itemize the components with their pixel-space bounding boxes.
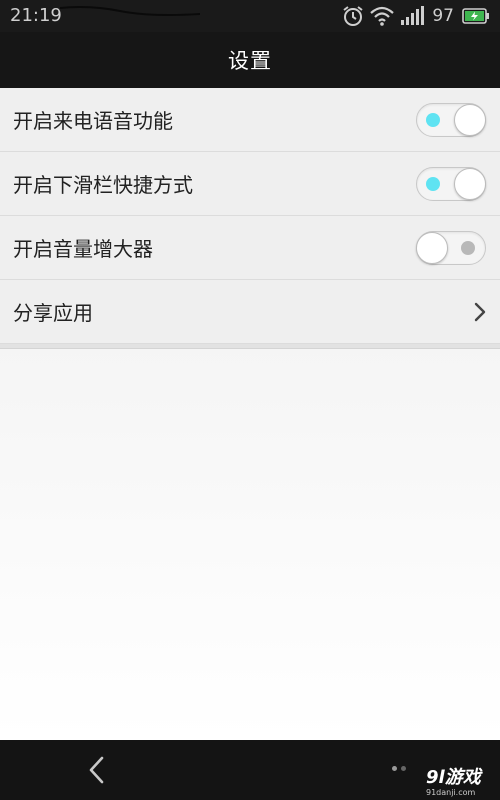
list-divider: [0, 344, 500, 349]
wifi-icon: [370, 6, 395, 26]
scratch-mark: [60, 6, 200, 16]
signal-icon: [401, 6, 425, 25]
title-bar: 设置: [0, 32, 500, 88]
navigation-bar: [0, 740, 500, 800]
incoming-call-voice-toggle[interactable]: [416, 103, 486, 137]
watermark: 9l游戏 91danji.com: [426, 768, 498, 798]
status-icons: 97: [342, 4, 490, 28]
pulldown-shortcut-toggle[interactable]: [416, 167, 486, 201]
chevron-right-icon: [474, 302, 486, 322]
toggle-knob: [416, 232, 448, 264]
setting-volume-booster[interactable]: 开启音量增大器: [0, 216, 500, 280]
page-dot: [392, 766, 397, 771]
watermark-logo: 9l游戏: [426, 767, 481, 788]
battery-charging-icon: [462, 8, 489, 24]
battery-level: 97: [432, 6, 454, 26]
setting-label: 开启下滑栏快捷方式: [13, 173, 193, 197]
settings-list: 开启来电语音功能 开启下滑栏快捷方式 开启音量增大器 分享应用: [0, 88, 500, 349]
setting-label: 开启音量增大器: [13, 237, 153, 261]
page-title: 设置: [228, 49, 272, 73]
toggle-indicator-dot: [426, 177, 440, 191]
volume-booster-toggle[interactable]: [416, 231, 486, 265]
toggle-indicator-dot: [426, 113, 440, 127]
setting-incoming-call-voice[interactable]: 开启来电语音功能: [0, 88, 500, 152]
back-arrow-icon[interactable]: [84, 752, 110, 788]
setting-label: 开启来电语音功能: [13, 109, 173, 133]
toggle-knob: [454, 168, 486, 200]
page-dot: [401, 766, 406, 771]
toggle-indicator-dot: [461, 241, 475, 255]
status-bar: 21:19 97: [0, 0, 500, 32]
setting-share-app[interactable]: 分享应用: [0, 280, 500, 344]
settings-content: 开启来电语音功能 开启下滑栏快捷方式 开启音量增大器 分享应用: [0, 88, 500, 740]
setting-label: 分享应用: [13, 301, 93, 325]
page-indicator: [392, 766, 406, 771]
alarm-icon: [343, 6, 363, 26]
watermark-url: 91danji.com: [426, 788, 476, 797]
toggle-knob: [454, 104, 486, 136]
status-time: 21:19: [10, 5, 62, 26]
setting-pulldown-shortcut[interactable]: 开启下滑栏快捷方式: [0, 152, 500, 216]
